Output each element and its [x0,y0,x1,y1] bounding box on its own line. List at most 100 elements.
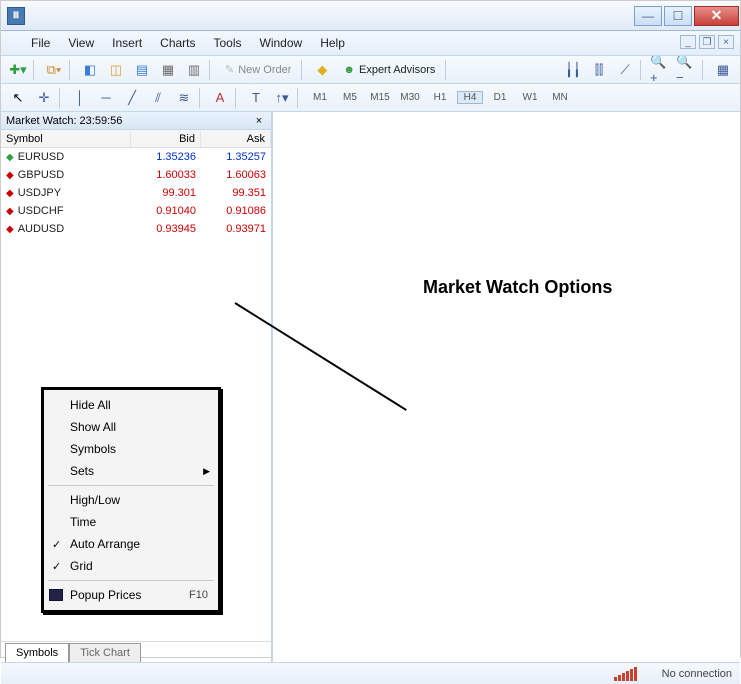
timeframe-m30[interactable]: M30 [397,92,423,103]
text-icon[interactable]: A [209,87,231,109]
market-watch-header: Market Watch: 23:59:56 × [1,112,271,130]
timeframe-w1[interactable]: W1 [517,92,543,103]
menu-help[interactable]: Help [320,36,345,50]
arrows-icon[interactable]: ↑▾ [271,87,293,109]
table-row[interactable]: ◆USDCHF0.910400.91086 [1,202,271,220]
window-close-button[interactable]: ✕ [694,6,739,26]
ctx-popup-prices[interactable]: Popup Prices F10 [44,584,218,606]
channel-icon[interactable]: ⫽ [147,87,169,109]
ctx-symbols[interactable]: Symbols [44,438,218,460]
trendline-icon[interactable]: ╱ [121,87,143,109]
table-row[interactable]: ◆GBPUSD1.600331.60063 [1,166,271,184]
ctx-grid[interactable]: Grid [44,555,218,577]
ctx-popup-shortcut: F10 [189,589,208,601]
ctx-high-low[interactable]: High/Low [44,489,218,511]
ctx-time[interactable]: Time [44,511,218,533]
menu-charts[interactable]: Charts [160,36,195,50]
bid-price: 1.35236 [131,150,201,164]
market-watch-tabs: Symbols Tick Chart [1,641,271,662]
zoom-in-icon[interactable]: 🔍+ [650,59,672,81]
profiles-icon[interactable]: ⧉▾ [43,59,65,81]
symbol-name: GBPUSD [18,169,64,181]
text-label-icon[interactable]: T [245,87,267,109]
symbol-name: EURUSD [18,151,64,163]
header-ask[interactable]: Ask [201,131,271,147]
main-area: Market Watch: 23:59:56 × Symbol Bid Ask … [1,112,740,662]
symbol-name: USDJPY [18,187,61,199]
separator [297,88,303,108]
menu-window[interactable]: Window [260,36,303,50]
menu-view[interactable]: View [68,36,94,50]
ask-price: 1.60063 [201,168,271,182]
separator [235,88,241,108]
market-watch-panel: Market Watch: 23:59:56 × Symbol Bid Ask … [1,112,273,662]
timeframe-d1[interactable]: D1 [487,92,513,103]
new-chart-icon[interactable]: ✚▾ [7,59,29,81]
tile-icon[interactable]: ▦ [712,59,734,81]
market-watch-title: Market Watch: 23:59:56 [6,115,122,127]
tab-symbols[interactable]: Symbols [5,643,69,662]
arrow-up-icon: ◆ [6,152,14,163]
hline-icon[interactable]: ─ [95,87,117,109]
market-watch-close-button[interactable]: × [252,115,266,127]
window-titlebar: Ⅲ — ☐ ✕ [1,1,740,31]
symbol-name: USDCHF [18,205,64,217]
timeframe-h1[interactable]: H1 [427,92,453,103]
annotation-label: Market Watch Options [423,277,612,298]
navigator-icon[interactable]: ▤ [131,59,153,81]
expert-icon: ☻ [343,64,355,76]
terminal-icon[interactable]: ▦ [157,59,179,81]
arrow-down-icon: ◆ [6,206,14,217]
crosshair-icon[interactable]: ✛ [33,87,55,109]
timeframe-mn[interactable]: MN [547,92,573,103]
vline-icon[interactable]: │ [69,87,91,109]
new-order-button[interactable]: ✎ New Order [219,63,297,76]
window-maximize-button[interactable]: ☐ [664,6,692,26]
status-bar: No connection [1,662,740,684]
market-watch-icon[interactable]: ◧ [79,59,101,81]
bid-price: 1.60033 [131,168,201,182]
ctx-sets[interactable]: Sets [44,460,218,482]
timeframe-h4[interactable]: H4 [457,91,483,104]
ask-price: 0.93971 [201,222,271,236]
fibo-icon[interactable]: ≋ [173,87,195,109]
mdi-close-button[interactable]: × [718,35,734,49]
timeframe-m15[interactable]: M15 [367,92,393,103]
menu-insert[interactable]: Insert [112,36,142,50]
zoom-out-icon[interactable]: 🔍− [676,59,698,81]
separator [209,60,215,80]
strategy-tester-icon[interactable]: ▥ [183,59,205,81]
tab-tick-chart[interactable]: Tick Chart [69,643,141,662]
mdi-minimize-button[interactable]: _ [680,35,696,49]
cursor-icon[interactable]: ↖ [7,87,29,109]
menu-file[interactable]: File [31,36,50,50]
toolbar-drawing: ↖ ✛ │ ─ ╱ ⫽ ≋ A T ↑▾ M1 M5 M15 M30 H1 H4… [1,84,740,112]
ctx-popup-label: Popup Prices [70,588,141,602]
ask-price: 99.351 [201,186,271,200]
header-symbol[interactable]: Symbol [1,131,131,147]
ask-price: 0.91086 [201,204,271,218]
timeframe-m1[interactable]: M1 [307,92,333,103]
candle-chart-icon[interactable]: ⫿⫿ [588,59,610,81]
table-row[interactable]: ◆USDJPY99.30199.351 [1,184,271,202]
chart-workspace[interactable]: Market Watch Options [273,112,740,662]
line-chart-icon[interactable]: ⟋ [614,59,636,81]
header-bid[interactable]: Bid [131,131,201,147]
menu-tools[interactable]: Tools [214,36,242,50]
bid-price: 99.301 [131,186,201,200]
ctx-auto-arrange[interactable]: Auto Arrange [44,533,218,555]
data-window-icon[interactable]: ◫ [105,59,127,81]
window-minimize-button[interactable]: — [634,6,662,26]
separator [48,580,214,581]
bar-chart-icon[interactable]: ╽╽ [562,59,584,81]
table-row[interactable]: ◆AUDUSD0.939450.93971 [1,220,271,238]
ctx-hide-all[interactable]: Hide All [44,394,218,416]
table-row[interactable]: ◆EURUSD1.352361.35257 [1,148,271,166]
mdi-restore-button[interactable]: ❐ [699,35,715,49]
meta-icon[interactable]: ◆ [311,59,333,81]
new-order-label: New Order [238,64,291,76]
ctx-show-all[interactable]: Show All [44,416,218,438]
menu-bar: File View Insert Charts Tools Window Hel… [1,31,740,56]
expert-advisors-button[interactable]: ☻ Expert Advisors [337,64,441,76]
timeframe-m5[interactable]: M5 [337,92,363,103]
